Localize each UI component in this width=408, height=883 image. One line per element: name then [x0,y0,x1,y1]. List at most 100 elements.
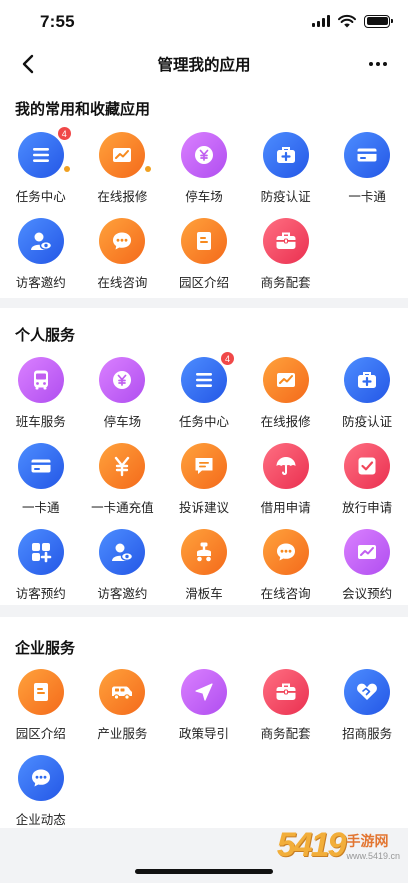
yen-coin-icon [113,371,132,389]
chat-icon [31,769,50,787]
app-icon-circle [17,669,64,715]
visitor-icon [30,232,52,250]
app-list[interactable]: 4 任务中心 [163,351,245,443]
app-label: 政策导引 [178,727,229,741]
app-apps[interactable]: 访客预约 [0,529,82,615]
app-yen-coin[interactable]: 停车场 [163,132,245,218]
home-indicator[interactable] [135,869,273,874]
app-label: 防疫认证 [342,415,393,429]
chart-icon [276,373,295,387]
app-icon-circle [17,755,64,801]
app-label: 产业服务 [97,727,148,741]
app-medkit[interactable]: 防疫认证 [326,357,408,443]
app-icon-circle [262,132,309,178]
status-dot [63,166,70,172]
app-icon-circle [99,357,146,403]
yen-icon [115,456,130,477]
app-chart[interactable]: 在线报修 [82,132,164,218]
visitor-icon [112,543,134,561]
app-chat[interactable]: 在线咨询 [245,529,327,615]
signal-icon [312,15,330,27]
app-visitor[interactable]: 访客邀约 [0,218,82,304]
section-title: 企业服务 [15,640,76,657]
app-icon-circle [99,218,146,264]
app-label: 防疫认证 [260,190,311,204]
app-label: 在线报修 [260,415,311,429]
app-chart[interactable]: 在线报修 [245,357,327,443]
handshake-icon [357,683,378,700]
app-navigation[interactable]: 政策导引 [163,669,245,755]
app-label: 投诉建议 [178,501,229,515]
app-label: 在线咨询 [260,587,311,601]
app-scooter[interactable]: 滑板车 [163,529,245,615]
wifi-icon [338,14,356,28]
watermark-logo: 5419 手游网 www.5419.cn [277,826,400,865]
app-list[interactable]: 4 任务中心 [0,126,82,218]
app-label: 商务配套 [260,276,311,290]
van-icon [112,686,133,700]
app-label: 停车场 [185,190,223,204]
app-chat[interactable]: 在线咨询 [82,218,164,304]
list-icon [195,373,212,387]
nav-bar: 管理我的应用 [0,44,408,84]
app-icon-circle [344,357,391,403]
app-chat[interactable]: 企业动态 [0,755,82,841]
app-van[interactable]: 产业服务 [82,669,164,755]
app-briefcase[interactable]: 商务配套 [245,669,327,755]
app-icon-circle [17,529,64,575]
section-title: 个人服务 [15,327,76,344]
app-label: 停车场 [103,415,142,429]
app-label: 一卡通 [348,190,386,204]
watermark-brand: 手游网 [346,832,389,849]
chart-icon [358,545,377,559]
app-label: 园区介绍 [178,276,229,290]
app-yen-coin[interactable]: 停车场 [82,357,164,443]
chat-icon [113,232,132,250]
medkit-icon [358,372,377,388]
app-label: 班车服务 [15,415,66,429]
battery-icon [364,14,393,28]
app-label: 放行申请 [342,501,393,515]
section-favorites: 我的常用和收藏应用 4 任务中心 在线报修 停车场 防疫认证 一卡通 访客邀约 在线咨询 园区介… [0,84,408,298]
app-medkit[interactable]: 防疫认证 [245,132,327,218]
section-personal: 个人服务 班车服务 停车场 4 任务中心 在线报修 防疫认证一卡通 一卡通充值 投诉建议 借用申… [0,308,408,605]
app-icon-circle [99,132,152,178]
app-umbrella[interactable]: 借用申请 [245,443,327,529]
app-label: 一卡通充值 [91,501,154,515]
app-check-square[interactable]: 放行申请 [326,443,408,529]
app-icon-circle [344,669,391,715]
app-label: 访客预约 [15,587,66,601]
app-label: 企业动态 [15,813,66,827]
app-icon-circle [180,218,227,264]
app-icon-circle [180,669,227,715]
document-icon [33,683,48,701]
app-visitor[interactable]: 访客邀约 [82,529,164,615]
app-icon-circle: 4 [17,126,72,178]
app-icon-circle [99,529,146,575]
app-label: 访客邀约 [15,276,66,290]
card-icon [357,148,377,162]
more-button[interactable] [364,52,392,76]
app-bus[interactable]: 班车服务 [0,357,82,443]
app-handshake[interactable]: 招商服务 [326,669,408,755]
app-briefcase[interactable]: 商务配套 [245,218,327,304]
app-chart[interactable]: 会议预约 [326,529,408,615]
app-label: 借用申请 [260,501,311,515]
app-card[interactable]: 一卡通 [0,443,82,529]
app-icon-circle: 4 [180,351,235,403]
app-document[interactable]: 园区介绍 [0,669,82,755]
more-dot [383,62,387,66]
app-card[interactable]: 一卡通 [326,132,408,218]
app-document[interactable]: 园区介绍 [163,218,245,304]
app-yen[interactable]: 一卡通充值 [82,443,164,529]
list-icon [32,148,49,162]
watermark-digits: 5419 [276,826,347,864]
apps-icon [31,543,52,563]
medkit-icon [276,147,295,163]
status-icons [312,14,393,28]
app-label: 在线报修 [97,190,148,204]
app-icon-circle [180,132,227,178]
app-icon-circle [262,669,309,715]
app-label: 园区介绍 [15,727,66,741]
app-comment[interactable]: 投诉建议 [163,443,245,529]
